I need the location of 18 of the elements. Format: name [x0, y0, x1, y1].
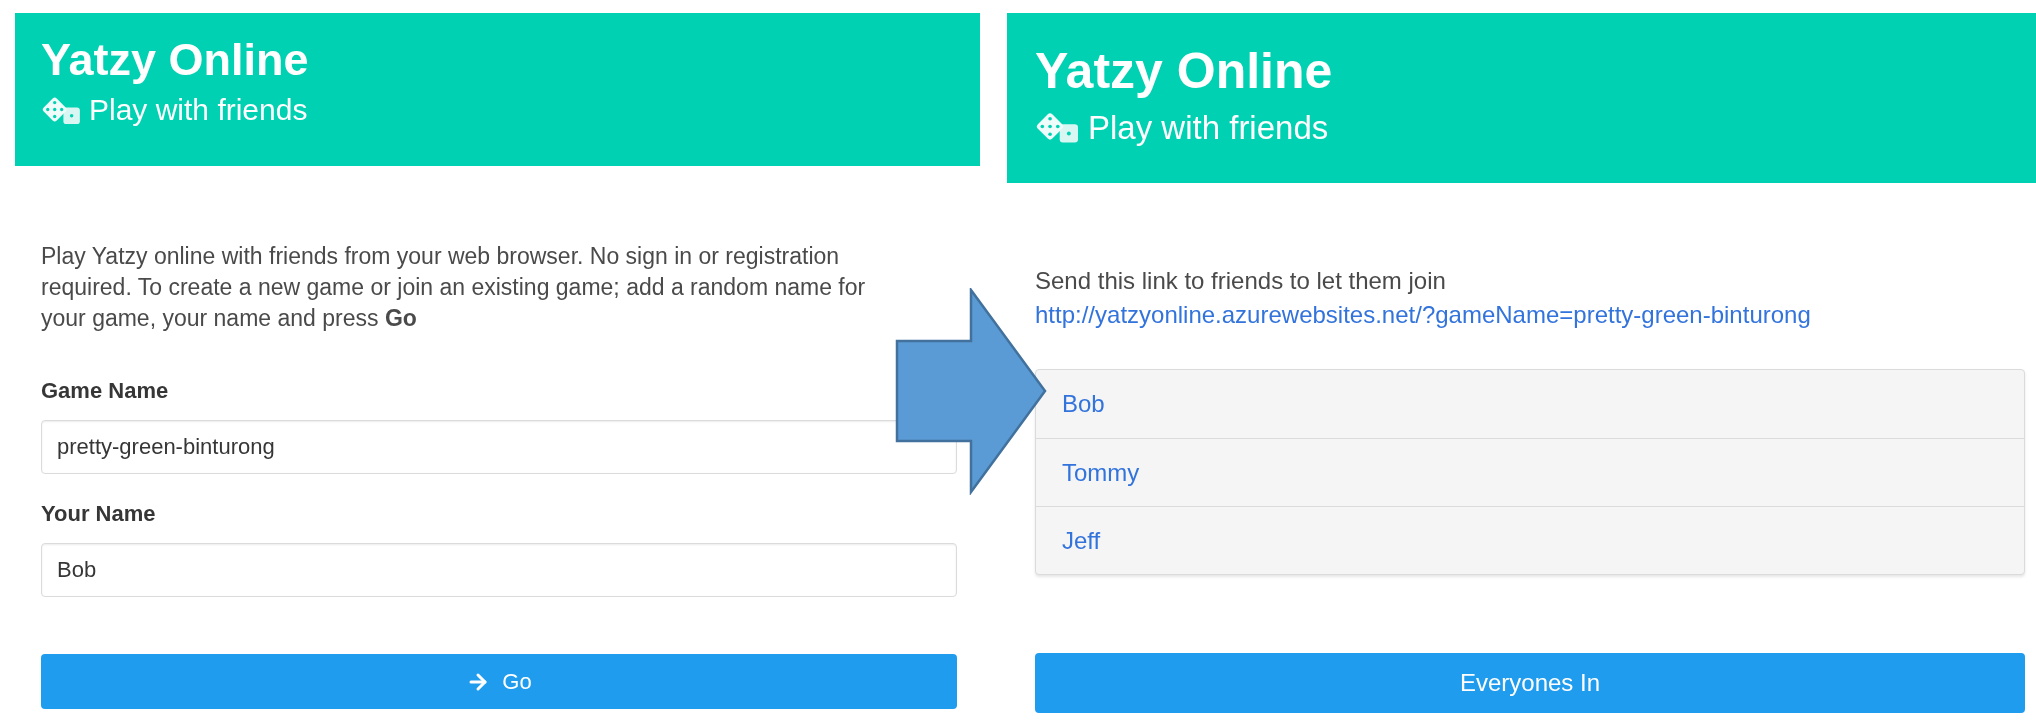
input-field[interactable]: Bob — [41, 543, 957, 597]
app-subtitle: Play with friends — [89, 95, 308, 125]
player-item[interactable]: Tommy — [1036, 438, 2024, 506]
invite-text: Send this link to friends to let them join http://yatzyonline.azurewebsites.net/?gameName=pretty-green-binturong — [1035, 266, 1812, 330]
field-label: Game Name — [41, 377, 169, 405]
player-item[interactable]: Bob — [1036, 370, 2024, 438]
go-button[interactable]: Go — [41, 654, 957, 709]
dice-icon — [1035, 110, 1078, 144]
invite-link[interactable]: http://yatzyonline.azurewebsites.net/?gameName=pretty-green-binturong — [1035, 301, 1811, 328]
app-title: Yatzy Online — [1035, 46, 1333, 96]
dice-icon — [41, 95, 80, 125]
everyones-in-button[interactable]: Everyones In — [1035, 653, 2025, 713]
input-field[interactable]: pretty-green-binturong — [41, 420, 957, 474]
intro-text: Play Yatzy online with friends from your web browser. No sign in or registration required. To create a new game or join an existing game; add a random name for your game, your name and press Go — [41, 242, 867, 333]
field-label: Your Name — [41, 500, 156, 528]
player-item[interactable]: Jeff — [1036, 506, 2024, 574]
app-title: Yatzy Online — [41, 37, 309, 82]
app-subtitle: Play with friends — [1088, 110, 1329, 144]
